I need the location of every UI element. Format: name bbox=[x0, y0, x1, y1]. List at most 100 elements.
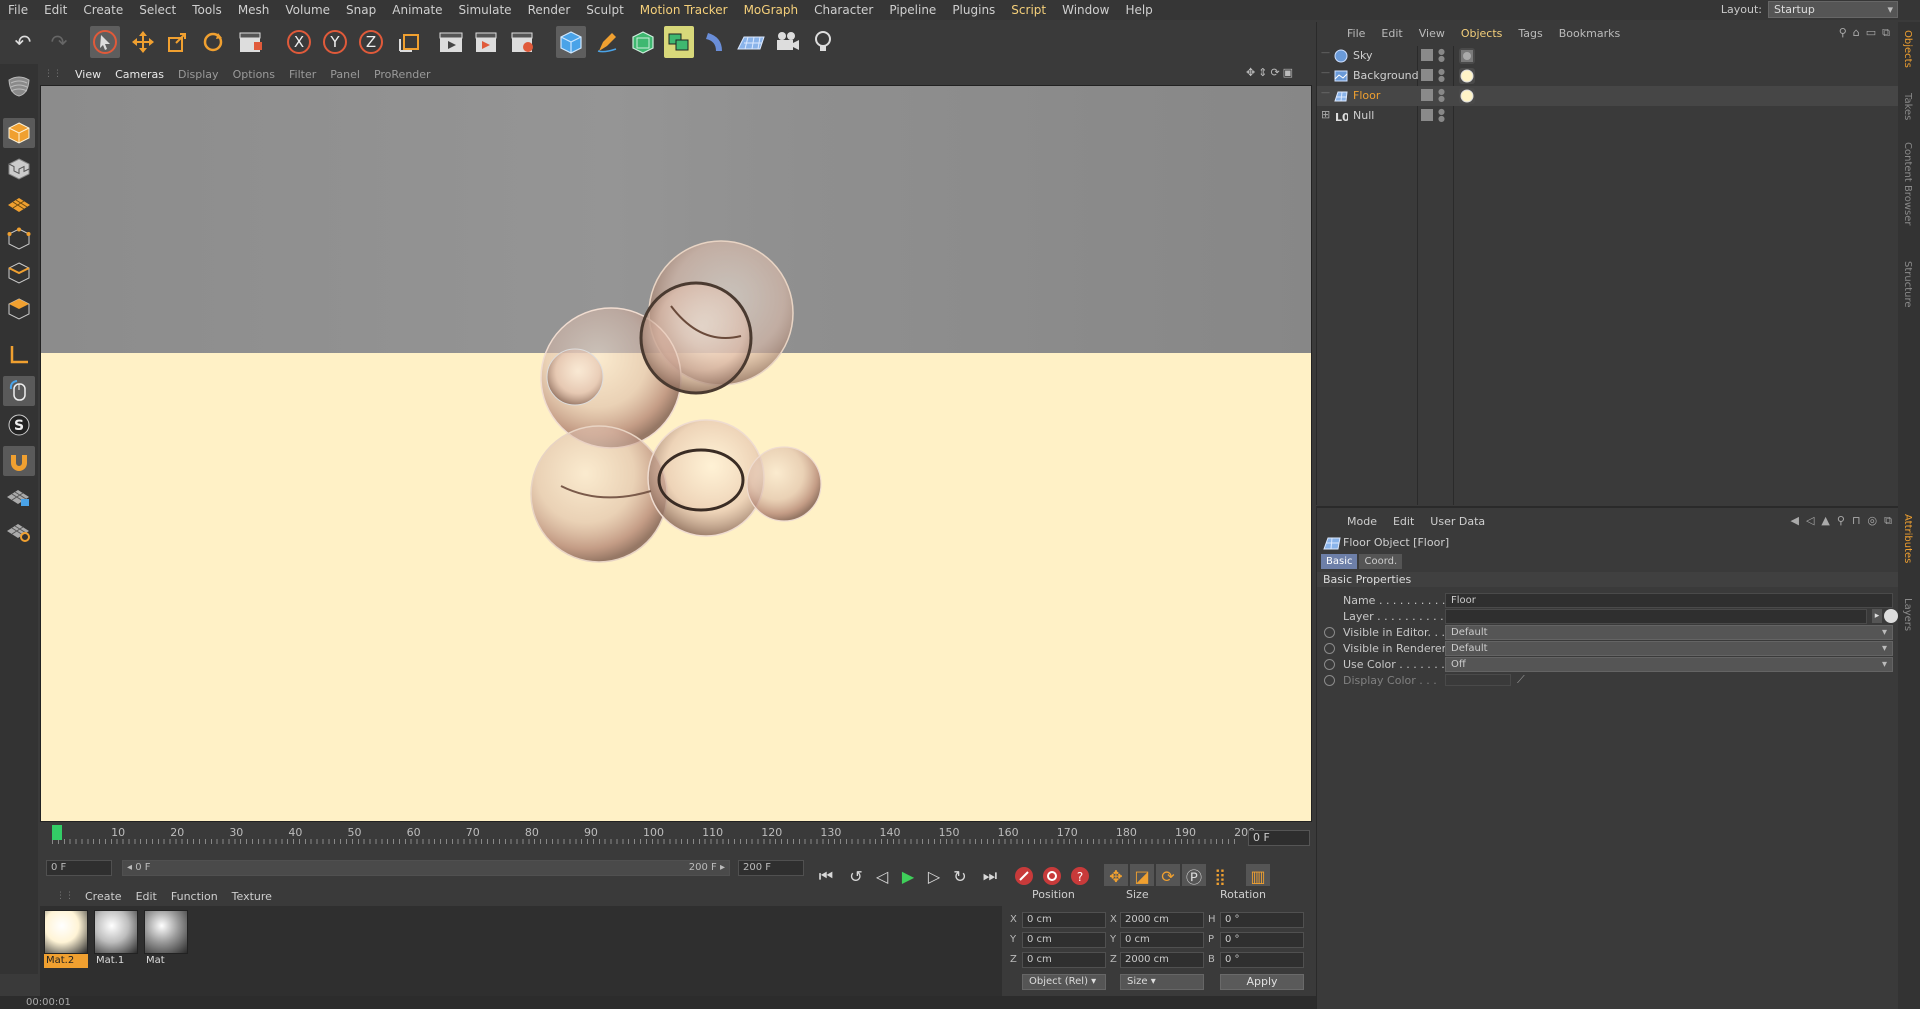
key-position-button[interactable]: ✥ bbox=[1104, 864, 1128, 888]
menu-script[interactable]: Script bbox=[1003, 3, 1054, 17]
menu-plugins[interactable]: Plugins bbox=[944, 3, 1003, 17]
back-arrow-icon[interactable]: ◀ bbox=[1790, 514, 1798, 528]
settings-icon[interactable]: ◎ bbox=[1868, 514, 1878, 528]
render-to-picture-viewer-button[interactable] bbox=[472, 26, 502, 58]
forward-arrow-icon[interactable]: ◁ bbox=[1806, 514, 1814, 528]
undo-button[interactable]: ↶ bbox=[8, 26, 38, 58]
side-tab-layers[interactable]: Layers bbox=[1902, 598, 1913, 631]
start-frame-field[interactable]: 0 F bbox=[46, 860, 112, 876]
recent-tools-button[interactable] bbox=[236, 26, 266, 58]
axis-mode-button[interactable] bbox=[3, 340, 35, 370]
viewport-menu-prorender[interactable]: ProRender bbox=[367, 68, 438, 81]
animation-radio-icon[interactable] bbox=[1324, 627, 1335, 638]
attribute-value-dropdown[interactable]: Default bbox=[1445, 625, 1893, 640]
key-rotation-button[interactable]: ⟳ bbox=[1156, 864, 1180, 888]
object-row-background[interactable]: Background ● ● — bbox=[1317, 66, 1898, 86]
layer-toggle-icon[interactable] bbox=[1421, 69, 1433, 81]
rotate-button[interactable] bbox=[198, 26, 228, 58]
perspective-viewport[interactable] bbox=[40, 85, 1312, 822]
viewport-menu-options[interactable]: Options bbox=[226, 68, 282, 81]
go-to-start-button[interactable]: ⏮ bbox=[814, 864, 838, 888]
material-tag-icon[interactable] bbox=[1459, 68, 1475, 84]
scheme-button[interactable]: ▥ bbox=[1246, 864, 1270, 888]
rotation-p-field[interactable]: 0 ° bbox=[1220, 932, 1304, 948]
autokeying-button[interactable] bbox=[1040, 864, 1064, 888]
tab-basic[interactable]: Basic bbox=[1321, 554, 1358, 569]
key-scale-button[interactable]: ◪ bbox=[1130, 864, 1154, 888]
apply-button[interactable]: Apply bbox=[1220, 974, 1304, 990]
layer-toggle-icon[interactable] bbox=[1421, 109, 1433, 121]
collapse-icon[interactable]: ▭ bbox=[1866, 26, 1876, 40]
material-swatch[interactable]: Mat.2 bbox=[44, 910, 88, 968]
material-menu-texture[interactable]: Texture bbox=[225, 890, 279, 903]
animation-radio-icon[interactable] bbox=[1324, 675, 1335, 686]
polygons-mode-button[interactable] bbox=[3, 294, 35, 324]
visibility-dots-icon[interactable]: ● ● bbox=[1438, 68, 1445, 83]
size-y-field[interactable]: 0 cm bbox=[1120, 932, 1204, 948]
layer-toggle-icon[interactable] bbox=[1421, 49, 1433, 61]
size-z-field[interactable]: 2000 cm bbox=[1120, 952, 1204, 968]
lock-icon[interactable]: ⊓ bbox=[1852, 514, 1861, 528]
side-tab-objects[interactable]: Objects bbox=[1902, 30, 1913, 68]
subdivision-button[interactable] bbox=[628, 26, 658, 58]
home-icon[interactable]: ⌂ bbox=[1853, 26, 1860, 40]
render-settings-button[interactable] bbox=[508, 26, 538, 58]
switch-view-icon[interactable]: ▣ bbox=[1283, 66, 1296, 79]
visibility-dots-icon[interactable]: ● ● bbox=[1438, 108, 1445, 123]
expand-icon[interactable]: ⊞ bbox=[1321, 108, 1330, 121]
play-button[interactable]: ▶ bbox=[896, 864, 920, 888]
up-arrow-icon[interactable]: ▲ bbox=[1821, 514, 1829, 528]
render-view-button[interactable] bbox=[436, 26, 466, 58]
object-menu-tags[interactable]: Tags bbox=[1510, 27, 1550, 40]
menu-animate[interactable]: Animate bbox=[384, 3, 450, 17]
menu-select[interactable]: Select bbox=[131, 3, 184, 17]
display-color-swatch[interactable] bbox=[1445, 674, 1511, 686]
scale-button[interactable] bbox=[162, 26, 192, 58]
tweak-mode-button[interactable] bbox=[3, 376, 35, 406]
menu-create[interactable]: Create bbox=[75, 3, 131, 17]
model-mode-button[interactable] bbox=[3, 118, 35, 148]
material-tag-icon[interactable] bbox=[1459, 88, 1475, 104]
material-swatch[interactable]: Mat.1 bbox=[94, 910, 138, 968]
previous-frame-button[interactable]: ◁ bbox=[870, 864, 894, 888]
snap-button[interactable]: S bbox=[3, 410, 35, 440]
pen-button[interactable] bbox=[592, 26, 622, 58]
color-picker-icon[interactable]: ⟋ bbox=[1517, 673, 1525, 687]
layer-link-icon[interactable]: ▸ bbox=[1872, 609, 1882, 623]
side-tab-attributes[interactable]: Attributes bbox=[1902, 514, 1913, 563]
material-menu-create[interactable]: Create bbox=[78, 890, 129, 903]
position-y-field[interactable]: 0 cm bbox=[1022, 932, 1106, 948]
search-icon[interactable]: ⚲ bbox=[1839, 26, 1847, 40]
viewport-navigation-icons[interactable]: ✥⇕⟳▣ bbox=[1246, 66, 1310, 82]
visibility-dots-icon[interactable]: ● ● bbox=[1438, 88, 1445, 103]
redo-button[interactable]: ↷ bbox=[44, 26, 74, 58]
menu-file[interactable]: File bbox=[0, 3, 36, 17]
position-z-field[interactable]: 0 cm bbox=[1022, 952, 1106, 968]
rotation-b-field[interactable]: 0 ° bbox=[1220, 952, 1304, 968]
side-tab-structure[interactable]: Structure bbox=[1902, 261, 1913, 308]
attribute-menu-edit[interactable]: Edit bbox=[1385, 515, 1422, 528]
end-frame-field[interactable]: 200 F bbox=[738, 860, 804, 876]
object-menu-bookmarks[interactable]: Bookmarks bbox=[1551, 27, 1628, 40]
object-menu-edit[interactable]: Edit bbox=[1373, 27, 1410, 40]
cube-button[interactable] bbox=[556, 26, 586, 58]
key-parameter-button[interactable]: Ⓟ bbox=[1182, 864, 1206, 888]
menu-character[interactable]: Character bbox=[806, 3, 881, 17]
object-menu-file[interactable]: File bbox=[1339, 27, 1373, 40]
locked-workplane-button[interactable] bbox=[3, 482, 35, 512]
material-menu-edit[interactable]: Edit bbox=[129, 890, 164, 903]
make-editable-button[interactable] bbox=[3, 70, 35, 100]
camera-button[interactable] bbox=[772, 26, 802, 58]
rotate-view-icon[interactable]: ⟳ bbox=[1270, 66, 1282, 79]
attribute-value-field[interactable] bbox=[1445, 609, 1867, 624]
texture-mode-button[interactable] bbox=[3, 154, 35, 184]
deformer-button[interactable] bbox=[700, 26, 730, 58]
object-menu-objects[interactable]: Objects bbox=[1453, 27, 1511, 40]
record-active-button[interactable] bbox=[1012, 864, 1036, 888]
points-mode-button[interactable] bbox=[3, 224, 35, 254]
floor-button[interactable] bbox=[736, 26, 766, 58]
attribute-value-dropdown[interactable]: Off bbox=[1445, 657, 1893, 672]
material-swatch[interactable]: Mat bbox=[144, 910, 188, 968]
menu-tools[interactable]: Tools bbox=[184, 3, 230, 17]
menu-window[interactable]: Window bbox=[1054, 3, 1117, 17]
